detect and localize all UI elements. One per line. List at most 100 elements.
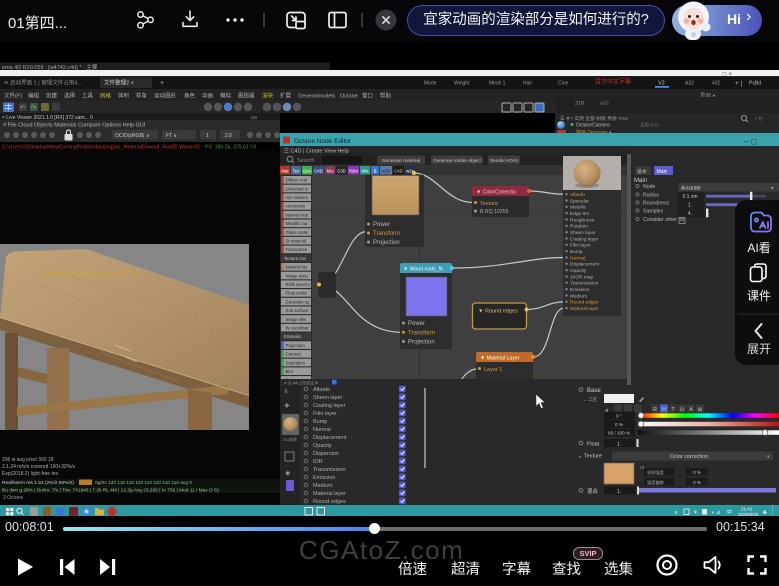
svg-text:RGB spectru: RGB spectru — [286, 282, 311, 287]
svg-text:◔ ▽: ◔ ▽ — [754, 117, 762, 123]
svg-text:W coordinat: W coordinat — [286, 326, 310, 331]
svg-text:Specular: Specular — [570, 198, 589, 204]
svg-text:Power: Power — [408, 321, 425, 327]
svg-text:▼ Round edges: ▼ Round edges — [478, 309, 518, 315]
svg-text:模拟: 模拟 — [220, 92, 232, 100]
svg-text:Rdm: Rdm — [349, 169, 358, 174]
svg-text:21:41: 21:41 — [741, 507, 753, 512]
svg-text:Coating layer: Coating layer — [570, 236, 599, 242]
svg-text:Base: Base — [587, 388, 601, 394]
svg-text:Projection: Projection — [286, 343, 306, 348]
svg-text:⊡: ⊡ — [680, 407, 684, 413]
svg-text:Color correction: Color correction — [670, 454, 709, 460]
svg-text:─ ▢: ─ ▢ — [743, 139, 758, 146]
svg-text:432: 432 — [712, 81, 721, 87]
svg-text:Cine: Cine — [558, 81, 569, 87]
svg-text:Weight: Weight — [454, 81, 470, 87]
svg-text:Coating layer: Coating layer — [313, 403, 346, 409]
svg-text:C3D: C3D — [337, 169, 346, 174]
svg-text:+: + — [284, 401, 290, 412]
svg-text:Mtx: Mtx — [362, 169, 370, 174]
svg-text:4.: 4. — [688, 211, 692, 217]
svg-text:Saturation: Saturation — [286, 360, 306, 365]
svg-text:Diffuse mat: Diffuse mat — [286, 178, 308, 183]
svg-text:Samples: Samples — [643, 209, 664, 215]
svg-text:动画: 动画 — [202, 93, 213, 100]
svg-text:混合: 混合 — [587, 487, 599, 495]
svg-text:⚘: ⚘ — [693, 509, 698, 516]
svg-text:样条: 样条 — [136, 92, 148, 100]
svg-text:⌄ Texture: ⌄ Texture — [578, 454, 602, 460]
svg-text:R: R — [653, 407, 657, 413]
svg-text:Main: Main — [657, 169, 668, 175]
svg-text:Generate render-object: Generate render-object — [433, 158, 481, 163]
svg-text:▼ ColorCorrectio: ▼ ColorCorrectio — [476, 190, 516, 196]
svg-text:≡ ⊙ 44.175332 ▾: ≡ ⊙ 44.175332 ▾ — [284, 380, 318, 385]
svg-text:展开: 展开 — [747, 342, 771, 356]
svg-text:PV: 186.2k, 375.61 f 0: PV: 186.2k, 375.61 f 0 — [205, 145, 256, 151]
svg-text:Image textu: Image textu — [286, 273, 309, 278]
svg-text:1.: 1. — [617, 442, 621, 448]
svg-text:Transform: Transform — [373, 231, 400, 237]
svg-text:Normal: Normal — [313, 427, 331, 433]
svg-text:composite: composite — [286, 204, 306, 209]
svg-text:Sheen layer: Sheen layer — [313, 395, 343, 401]
svg-text:B: B — [374, 169, 377, 174]
svg-text:Mix: Mix — [327, 169, 335, 174]
svg-text:Generate material: Generate material — [382, 158, 420, 164]
svg-text:95 / 100 %: 95 / 100 % — [608, 431, 630, 436]
svg-text:Normal: Normal — [570, 255, 585, 261]
svg-text:OctaneCamera: OctaneCamera — [576, 123, 610, 129]
svg-text:Sheen layer: Sheen layer — [570, 230, 596, 236]
svg-text:layered mat: layered mat — [286, 212, 309, 217]
svg-text:Generalmodels: Generalmodels — [298, 94, 336, 100]
svg-text:Film layer: Film layer — [570, 243, 591, 249]
svg-text:文件整理2 ×: 文件整理2 × — [104, 79, 134, 87]
svg-text:窗口: 窗口 — [362, 92, 373, 100]
svg-text:角色: 角色 — [184, 92, 196, 100]
svg-text:Float: Float — [587, 442, 600, 448]
svg-text:Bump: Bump — [313, 419, 327, 425]
svg-text:Transmission: Transmission — [570, 281, 599, 287]
svg-text:≡ File Cloud Objects Ma: ≡ File Cloud Objects Materials Compare O… — [3, 122, 146, 128]
svg-text:AOV: AOV — [381, 169, 390, 174]
svg-text:0g/0x 120 110 110 110 110 110: 0g/0x 120 110 110 110 110 110 110 110 av… — [95, 480, 192, 486]
svg-text:中: 中 — [727, 509, 732, 516]
svg-text:Round edges: Round edges — [313, 499, 346, 505]
svg-text:Bu dwn g 28% | DuNo: 7/s | Tri: Bu dwn g 28% | DuNo: 7/s | Tris: 741946 … — [2, 488, 220, 494]
svg-text:⌄ 工区: ⌄ 工区 — [583, 397, 598, 402]
svg-text:扩展: 扩展 — [280, 92, 292, 100]
svg-text:工具: 工具 — [82, 93, 94, 100]
svg-text:Metallic: Metallic — [570, 205, 587, 211]
svg-text:Material layer: Material layer — [313, 491, 346, 497]
svg-text:AE5: AE5 — [600, 101, 610, 107]
svg-text:Gaussian sp: Gaussian sp — [286, 299, 310, 304]
svg-text:Power: Power — [373, 222, 390, 228]
svg-text:0 %: 0 % — [693, 480, 701, 485]
svg-text:Render AOVs: Render AOVs — [490, 158, 519, 163]
svg-text:Mesh 1: Mesh 1 — [489, 81, 506, 87]
svg-text:A|B: A|B — [250, 115, 257, 120]
svg-text:Layer 1: Layer 1 — [484, 367, 502, 373]
svg-text:3 Octane: 3 Octane — [3, 495, 24, 501]
svg-text:Octane Node Editor: Octane Node Editor — [294, 138, 352, 145]
svg-text:1: 1 — [206, 133, 209, 139]
svg-text:Tex: Tex — [293, 169, 301, 174]
svg-text:0 °: 0 ° — [616, 414, 622, 419]
svg-text:OCIO(sRGB) ∨: OCIO(sRGB) ∨ — [115, 133, 150, 139]
svg-text:↷: ↷ — [31, 105, 36, 112]
svg-text:⊞: ⊞ — [698, 407, 702, 413]
svg-text:PsBd: PsBd — [749, 81, 761, 87]
svg-text:Exp(2018.2) light-free tex: Exp(2018.2) light-free tex — [2, 471, 59, 477]
svg-text:V2: V2 — [658, 81, 665, 87]
svg-text:Material layer: Material layer — [570, 306, 599, 312]
svg-text:Material lay: Material lay — [286, 265, 309, 270]
svg-text:▼ Material Layer: ▼ Material Layer — [480, 356, 520, 362]
svg-text:Medium: Medium — [570, 293, 587, 299]
svg-text:Search: Search — [297, 158, 314, 164]
svg-text:无限 R23: 无限 R23 — [640, 122, 659, 129]
svg-text:网格: 网格 — [100, 92, 112, 100]
svg-text:FT ∨: FT ∨ — [166, 133, 177, 139]
svg-text:IOR: IOR — [313, 459, 323, 465]
svg-text:跟踪器: 跟踪器 — [238, 92, 255, 100]
